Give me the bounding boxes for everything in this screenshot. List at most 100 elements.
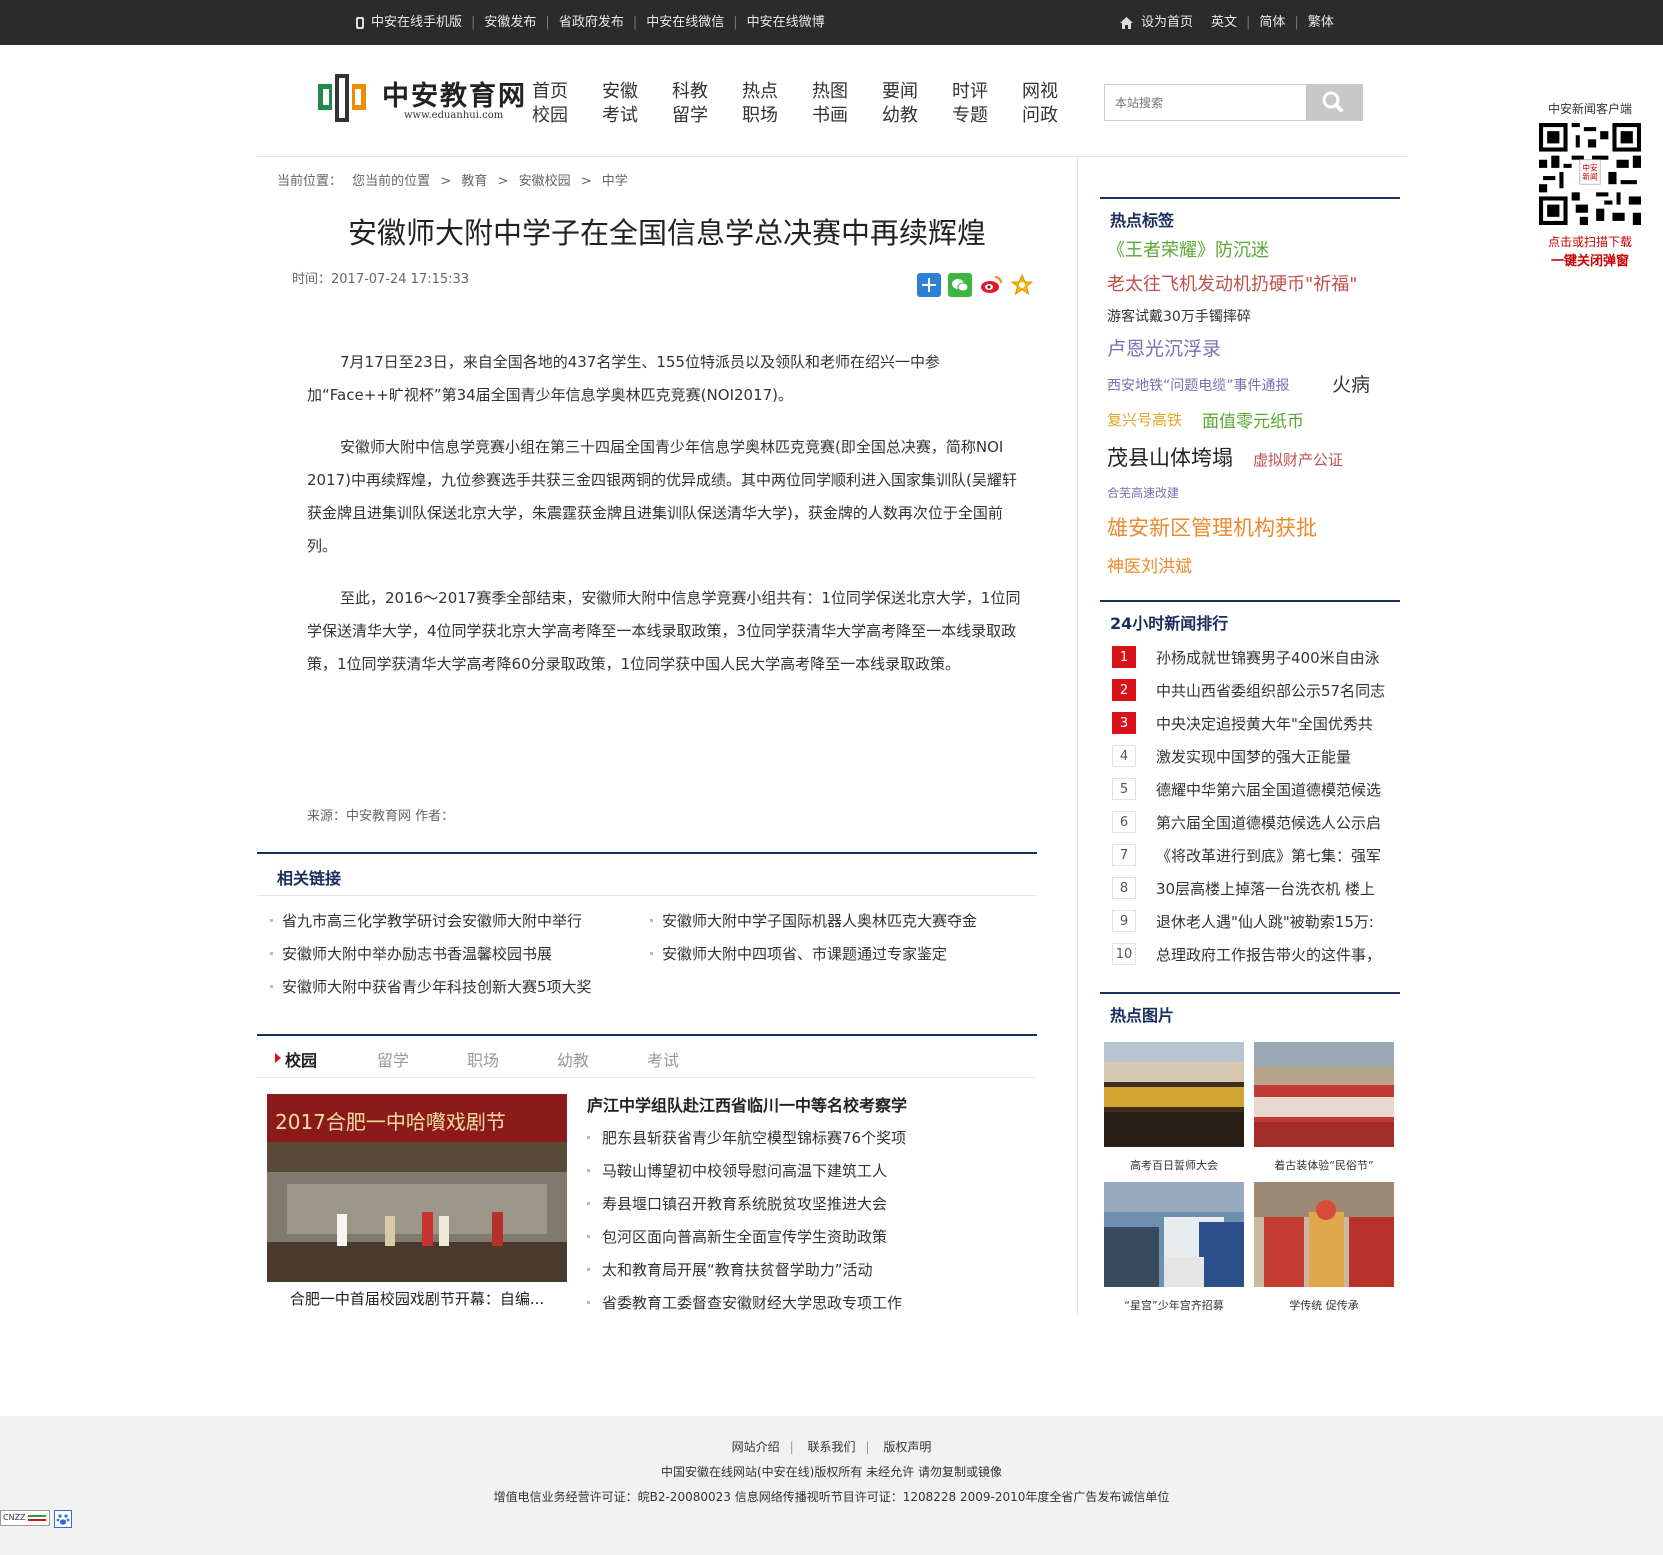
rank-title[interactable]: 中央决定追授黄大年"全国优秀共 <box>1156 713 1373 734</box>
related-link[interactable]: 安徽师大附中举办励志书香温馨校园书展 <box>270 943 552 964</box>
favorite-star-icon[interactable] <box>1010 273 1034 297</box>
tab-campus[interactable]: 校园 <box>285 1047 317 1071</box>
hot-tag[interactable]: 卢恩光沉浮录 <box>1107 334 1221 361</box>
related-link[interactable]: 省九市高三化学教学研讨会安徽师大附中举行 <box>270 910 582 931</box>
rank-title[interactable]: 孙杨成就世锦赛男子400米自由泳 <box>1156 647 1380 668</box>
hot-tag[interactable]: 《王者荣耀》防沉迷 <box>1107 236 1269 262</box>
weibo-share-icon[interactable] <box>979 273 1003 297</box>
nav-item-commentary[interactable]: 时评 <box>952 80 1022 104</box>
campus-news-item[interactable]: 包河区面向普高新生全面宣传学生资助政策 <box>587 1226 887 1247</box>
ranking-row[interactable]: 4 激发实现中国梦的强大正能量 <box>1112 744 1351 768</box>
nav-item-calligraphy[interactable]: 书画 <box>812 104 882 128</box>
qr-download-hint[interactable]: 点击或扫描下载 <box>1530 233 1650 250</box>
hot-pic-image[interactable] <box>1104 1182 1244 1287</box>
hot-tag[interactable]: 神医刘洪斌 <box>1107 552 1192 577</box>
hot-pic-caption[interactable]: 高考百日誓师大会 <box>1104 1157 1244 1173</box>
nav-item-inquiry[interactable]: 问政 <box>1022 104 1092 128</box>
tab-study-abroad[interactable]: 留学 <box>377 1047 409 1071</box>
top-link-mobile[interactable]: 中安在线手机版 <box>371 0 462 45</box>
campus-news-item[interactable]: 省委教育工委督查安徽财经大学思政专项工作 <box>587 1292 902 1313</box>
hot-tag[interactable]: 老太往飞机发动机扔硬币"祈福" <box>1107 270 1358 296</box>
footer-link-contact[interactable]: 联系我们 <box>807 1440 855 1454</box>
ranking-row[interactable]: 1 孙杨成就世锦赛男子400米自由泳 <box>1112 645 1380 669</box>
share-more-icon[interactable] <box>917 273 941 297</box>
campus-news-item[interactable]: 肥东县斩获省青少年航空模型锦标赛76个奖项 <box>587 1127 906 1148</box>
cnzz-badge[interactable]: CNZZ <box>0 1510 50 1526</box>
hot-tag[interactable]: 雄安新区管理机构获批 <box>1107 512 1317 542</box>
campus-feature-photo[interactable]: 2017合肥一中哈嚽戏剧节 <box>267 1094 567 1282</box>
rank-title[interactable]: 总理政府工作报告带火的这件事， <box>1156 944 1381 965</box>
nav-item-news[interactable]: 要闻 <box>882 80 952 104</box>
rank-title[interactable]: 《将改革进行到底》第七集：强军 <box>1156 845 1381 866</box>
rank-title[interactable]: 德耀中华第六届全国道德模范候选 <box>1156 779 1381 800</box>
campus-news-item[interactable]: 寿县堰口镇召开教育系统脱贫攻坚推进大会 <box>587 1193 887 1214</box>
breadcrumb-item-education[interactable]: 教育 <box>461 174 487 189</box>
rank-title[interactable]: 激发实现中国梦的强大正能量 <box>1156 746 1351 767</box>
ranking-row[interactable]: 10 总理政府工作报告带火的这件事， <box>1112 942 1381 966</box>
ranking-row[interactable]: 7 《将改革进行到底》第七集：强军 <box>1112 843 1381 867</box>
breadcrumb-item-campus[interactable]: 安徽校园 <box>519 174 571 189</box>
nav-item-hot-pics[interactable]: 热图 <box>812 80 882 104</box>
nav-item-career[interactable]: 职场 <box>742 104 812 128</box>
nav-item-video[interactable]: 网视 <box>1022 80 1092 104</box>
hot-tag[interactable]: 游客试戴30万手镯摔碎 <box>1107 306 1251 326</box>
hot-pic-caption[interactable]: 学传统 促传承 <box>1254 1297 1394 1313</box>
campus-lead-headline[interactable]: 庐江中学组队赴江西省临川一中等名校考察学 <box>587 1096 907 1115</box>
lang-simplified-link[interactable]: 简体 <box>1259 0 1285 45</box>
ranking-row[interactable]: 3 中央决定追授黄大年"全国优秀共 <box>1112 711 1373 735</box>
campus-news-item[interactable]: 太和教育局开展“教育扶贫督学助力”活动 <box>587 1259 873 1280</box>
hot-tag[interactable]: 火病 <box>1332 370 1370 397</box>
footer-link-copyright[interactable]: 版权声明 <box>883 1440 931 1454</box>
rank-title[interactable]: 中共山西省委组织部公示57名同志 <box>1156 680 1385 701</box>
nav-item-home[interactable]: 首页 <box>532 80 602 104</box>
hot-pic-image[interactable] <box>1254 1182 1394 1287</box>
site-logo[interactable]: 中安教育网 www.eduanhui.com <box>318 70 525 130</box>
hot-tag[interactable]: 面值零元纸币 <box>1202 407 1304 432</box>
related-link[interactable]: 安徽师大附中获省青少年科技创新大赛5项大奖 <box>270 976 592 997</box>
top-link-wechat[interactable]: 中安在线微信 <box>646 0 724 45</box>
baidu-paw-icon[interactable] <box>54 1510 72 1528</box>
nav-item-study-abroad[interactable]: 留学 <box>672 104 742 128</box>
nav-item-special[interactable]: 专题 <box>952 104 1022 128</box>
ranking-row[interactable]: 5 德耀中华第六届全国道德模范候选 <box>1112 777 1381 801</box>
tab-career[interactable]: 职场 <box>467 1047 499 1071</box>
tab-exam[interactable]: 考试 <box>647 1047 679 1071</box>
nav-item-anhui[interactable]: 安徽 <box>602 80 672 104</box>
related-link[interactable]: 安徽师大附中学子国际机器人奥林匹克大赛夺金 <box>650 910 977 931</box>
lang-traditional-link[interactable]: 繁体 <box>1308 0 1334 45</box>
hot-tag[interactable]: 西安地铁“问题电缆”事件通报 <box>1107 375 1290 395</box>
nav-item-preschool[interactable]: 幼教 <box>882 104 952 128</box>
ranking-row[interactable]: 2 中共山西省委组织部公示57名同志 <box>1112 678 1385 702</box>
qr-close-popup[interactable]: 一键关闭弹窗 <box>1530 250 1650 269</box>
ranking-row[interactable]: 6 第六届全国道德模范候选人公示启 <box>1112 810 1381 834</box>
hot-pic-caption[interactable]: 着古装体验“民俗节” <box>1254 1157 1394 1173</box>
search-button[interactable] <box>1306 85 1362 120</box>
top-link-gov-release[interactable]: 省政府发布 <box>559 0 624 45</box>
nav-item-sci-edu[interactable]: 科教 <box>672 80 742 104</box>
campus-photo-caption[interactable]: 合肥一中首届校园戏剧节开幕：自编... <box>267 1288 567 1309</box>
top-link-weibo[interactable]: 中安在线微博 <box>747 0 825 45</box>
set-homepage-link[interactable]: 设为首页 <box>1141 0 1193 45</box>
nav-item-hot[interactable]: 热点 <box>742 80 812 104</box>
ranking-row[interactable]: 8 30层高楼上掉落一台洗衣机 楼上 <box>1112 876 1375 900</box>
hot-tag[interactable]: 茂县山体垮塌 <box>1107 442 1233 472</box>
rank-title[interactable]: 30层高楼上掉落一台洗衣机 楼上 <box>1156 878 1375 899</box>
tab-preschool[interactable]: 幼教 <box>557 1047 589 1071</box>
related-link[interactable]: 安徽师大附中四项省、市课题通过专家鉴定 <box>650 943 947 964</box>
wechat-share-icon[interactable] <box>948 273 972 297</box>
hot-tag[interactable]: 复兴号高铁 <box>1107 409 1182 430</box>
footer-link-about[interactable]: 网站介绍 <box>732 1440 780 1454</box>
rank-title[interactable]: 退休老人遇"仙人跳"被勒索15万: <box>1156 911 1374 932</box>
hot-pic-caption[interactable]: “星宫”少年宫齐招募 <box>1104 1297 1244 1313</box>
nav-item-campus[interactable]: 校园 <box>532 104 602 128</box>
hot-tag[interactable]: 虚拟财产公证 <box>1253 449 1343 470</box>
rank-title[interactable]: 第六届全国道德模范候选人公示启 <box>1156 812 1381 833</box>
hot-pic-image[interactable] <box>1254 1042 1394 1147</box>
breadcrumb-item-middle-school[interactable]: 中学 <box>602 174 628 189</box>
nav-item-exam[interactable]: 考试 <box>602 104 672 128</box>
campus-news-item[interactable]: 马鞍山博望初中校领导慰问高温下建筑工人 <box>587 1160 887 1181</box>
lang-english-link[interactable]: 英文 <box>1211 0 1237 45</box>
hot-tag[interactable]: 合芜高速改建 <box>1107 484 1179 501</box>
hot-pic-image[interactable] <box>1104 1042 1244 1147</box>
qr-code-icon[interactable]: 中安 新闻 <box>1539 123 1641 225</box>
